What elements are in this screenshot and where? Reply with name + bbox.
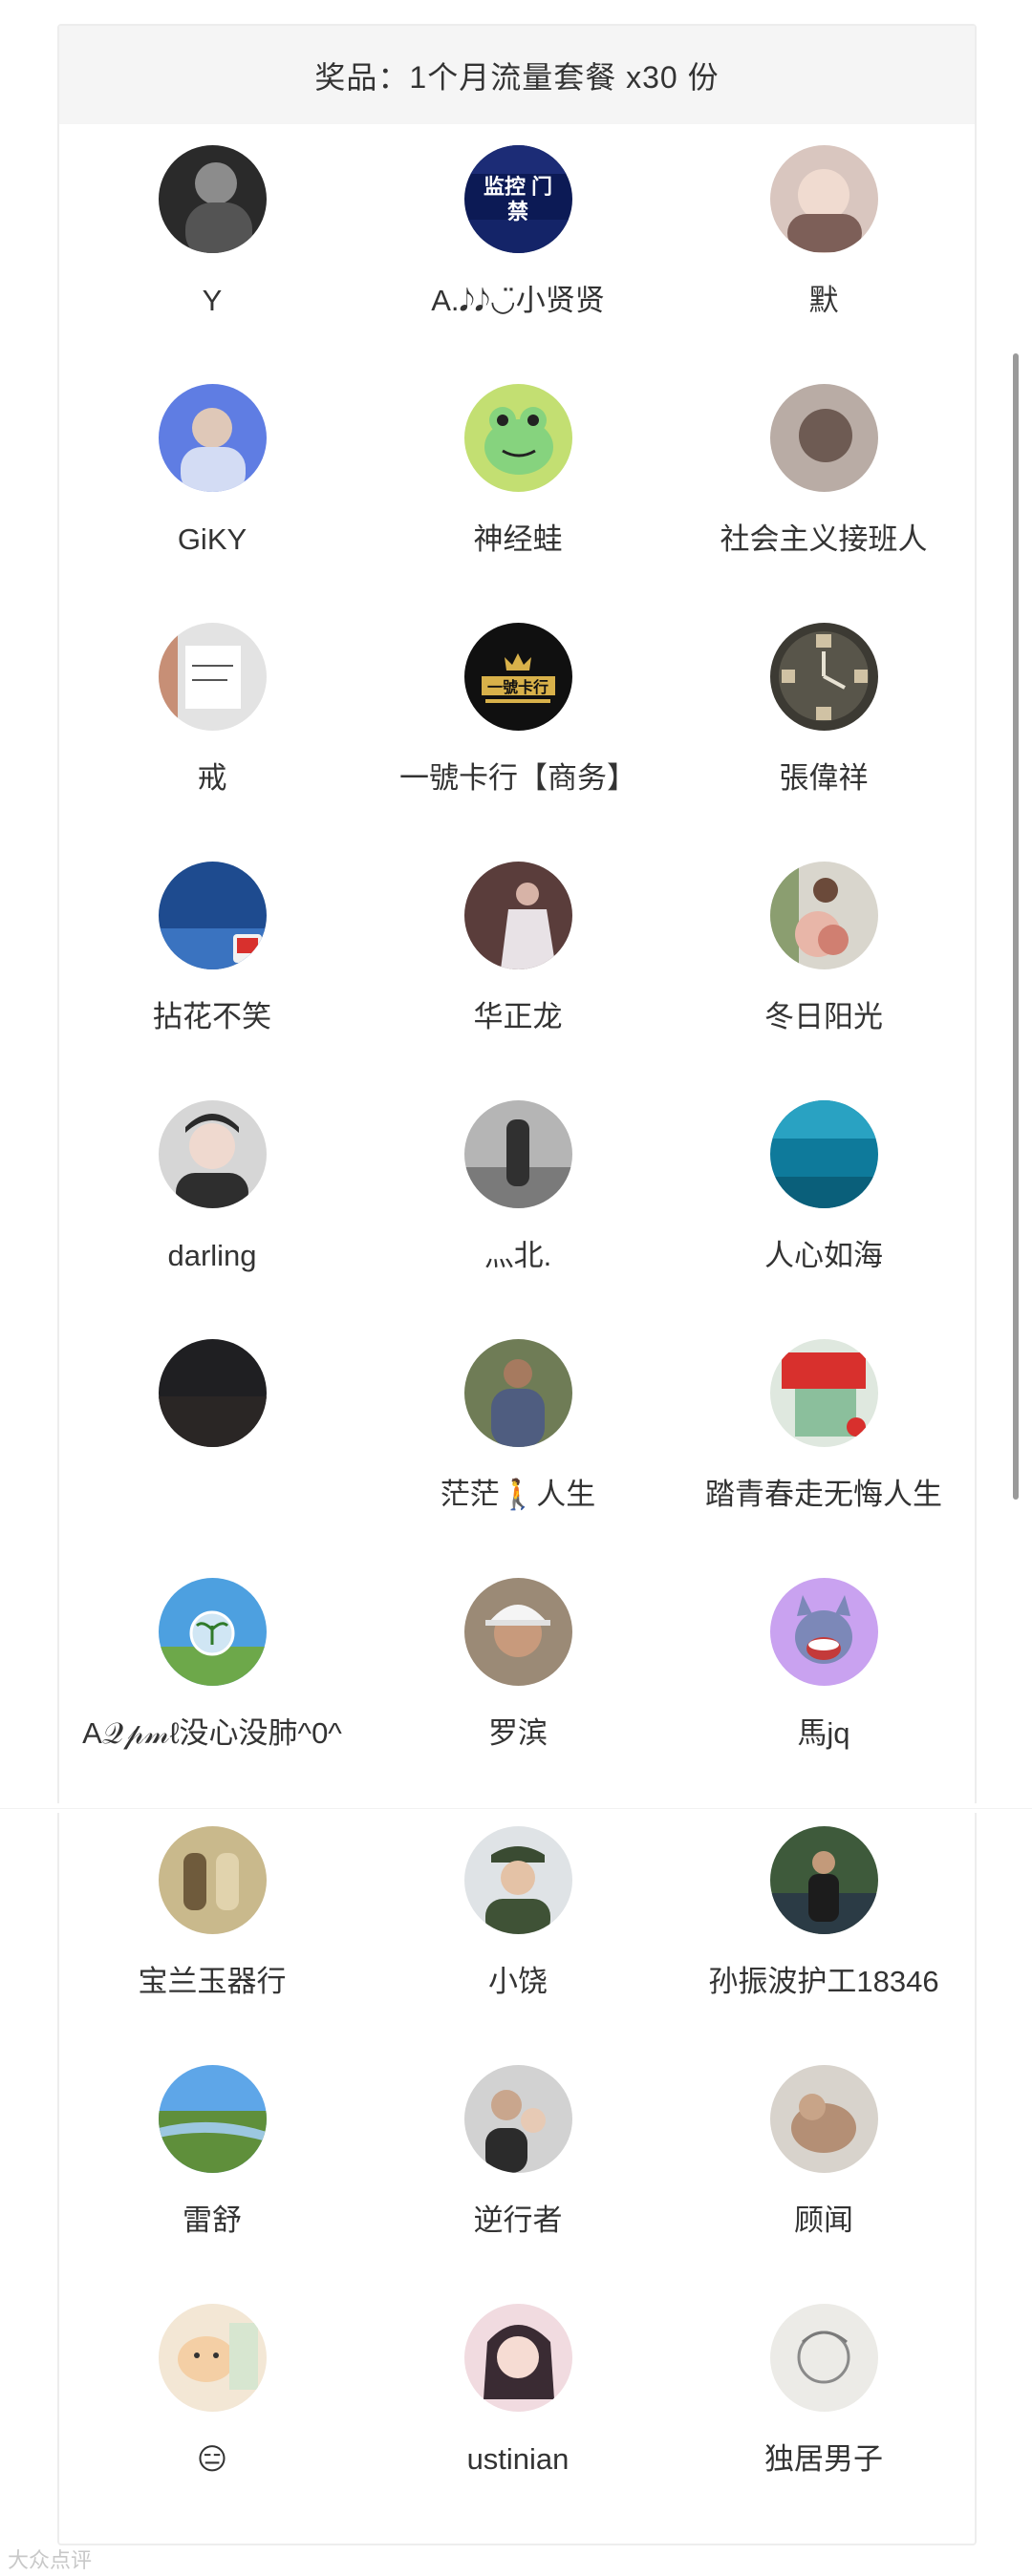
prize-card: 奖品：1个月流量套餐 x30 份 Y 监控 门禁 A.𝅘𝅥𝅮𝅘𝅥𝅮◡̈小贤贤 默…	[57, 24, 977, 2545]
participant-card[interactable]: 罗滨	[365, 1578, 671, 1753]
participant-name: 人心如海	[764, 1239, 883, 1272]
avatar-hard-hat	[463, 1578, 572, 1686]
participant-name: ustinian	[466, 2442, 570, 2476]
participant-name: 馬jq	[797, 1716, 850, 1750]
participant-name: darling	[167, 1239, 257, 1272]
avatar-wedding	[463, 862, 572, 969]
participant-name: 孙振波护工18346	[708, 1965, 939, 1998]
avatar-young-man	[158, 1100, 267, 1208]
participant-card[interactable]: 😑	[59, 2304, 365, 2479]
participant-card[interactable]: 神经蛙	[365, 384, 671, 559]
avatar-blurred-girl	[769, 384, 878, 492]
avatar-sky-portrait	[158, 384, 267, 492]
avatar-flag-sky	[158, 862, 267, 969]
participant-card[interactable]: 灬北.	[365, 1100, 671, 1275]
participant-card[interactable]: 踏青春走无悔人生	[671, 1339, 977, 1514]
participant-name: 戒	[197, 761, 227, 795]
participant-grid: Y 监控 门禁 A.𝅘𝅥𝅮𝅘𝅥𝅮◡̈小贤贤 默 GiKY 神经蛙 社会主义接班人…	[59, 145, 975, 2533]
avatar-y	[158, 145, 267, 253]
avatar-landscape	[158, 2065, 267, 2173]
participant-name: 独居男子	[764, 2442, 883, 2476]
participant-card[interactable]: 顾闻	[671, 2065, 977, 2240]
participant-name: 逆行者	[473, 2203, 563, 2237]
participant-card[interactable]: ustinian	[365, 2304, 671, 2479]
participant-name: 罗滨	[488, 1716, 548, 1750]
participant-name: 踏青春走无悔人生	[705, 1478, 942, 1511]
participant-card[interactable]: A𝒬𝓅𝓂ℓ没心没肺^0^	[59, 1578, 365, 1753]
participant-card[interactable]: 人心如海	[671, 1100, 977, 1275]
watermark-text: 大众点评	[8, 2548, 93, 2572]
avatar-man-outdoor	[463, 1339, 572, 1447]
participant-card[interactable]: 逆行者	[365, 2065, 671, 2240]
avatar-jade-items	[158, 1826, 267, 1934]
prize-header: 奖品：1个月流量套餐 x30 份	[59, 26, 975, 124]
participant-name: 神经蛙	[473, 522, 563, 556]
participant-name: 雷舒	[183, 2203, 242, 2237]
avatar-street	[463, 1100, 572, 1208]
participant-card[interactable]: 冬日阳光	[671, 862, 977, 1036]
avatar-cartoon-drawing	[158, 2304, 267, 2412]
participant-name: 社会主义接班人	[720, 522, 928, 556]
participant-card[interactable]: 戒	[59, 623, 365, 798]
avatar-cat	[769, 2065, 878, 2173]
participant-card[interactable]: 拈花不笑	[59, 862, 365, 1036]
participant-card[interactable]: 孙振波护工18346	[671, 1826, 977, 2001]
avatar-bouquet	[769, 862, 878, 969]
participant-card[interactable]: darling	[59, 1100, 365, 1275]
avatar-underwater	[769, 1100, 878, 1208]
avatar-cartoon-cat	[769, 1578, 878, 1686]
participant-card[interactable]: GiKY	[59, 384, 365, 559]
participant-name: GiKY	[177, 522, 247, 556]
participant-card[interactable]: 茫茫🚶人生	[365, 1339, 671, 1514]
participant-card[interactable]: 一號卡行 一號卡行【商务】	[365, 623, 671, 798]
participant-card[interactable]: 华正龙	[365, 862, 671, 1036]
avatar-badge-text: 一號卡行	[486, 680, 548, 696]
participant-name: 宝兰玉器行	[138, 1965, 287, 1998]
avatar-sketch	[769, 2304, 878, 2412]
participant-name: A𝒬𝓅𝓂ℓ没心没肺^0^	[82, 1716, 342, 1750]
participant-name: 默	[808, 284, 839, 317]
avatar-girl	[769, 145, 878, 253]
participant-name: 張偉祥	[779, 761, 869, 795]
participant-card[interactable]: Y	[59, 145, 365, 320]
screenshot-seam-line	[0, 1808, 1032, 1809]
participant-card[interactable]: 监控 门禁 A.𝅘𝅥𝅮𝅘𝅥𝅮◡̈小贤贤	[365, 145, 671, 320]
avatar-night-sky	[158, 1339, 267, 1447]
avatar-security-logo: 监控 门禁	[463, 145, 572, 253]
avatar-plant-globe	[158, 1578, 267, 1686]
participant-name: 一號卡行【商务】	[399, 761, 636, 795]
participant-card[interactable]: 社会主义接班人	[671, 384, 977, 559]
participant-name: Y	[202, 284, 223, 317]
avatar-note	[158, 623, 267, 731]
participant-name: 😑	[196, 2442, 228, 2476]
avatar-red-flag	[769, 1339, 878, 1447]
participant-card[interactable]: 張偉祥	[671, 623, 977, 798]
participant-card[interactable]: 默	[671, 145, 977, 320]
participant-name: 华正龙	[473, 1000, 563, 1033]
participant-card[interactable]: 宝兰玉器行	[59, 1826, 365, 2001]
participant-card[interactable]: 雷舒	[59, 2065, 365, 2240]
avatar-frog	[463, 384, 572, 492]
avatar-anime-girl	[463, 2304, 572, 2412]
participant-name: 顾闻	[794, 2203, 853, 2237]
participant-name: 灬北.	[484, 1239, 552, 1272]
prize-text: 奖品：1个月流量套餐 x30 份	[314, 59, 720, 95]
avatar-crown-logo: 一號卡行	[463, 623, 572, 731]
participant-name: 茫茫🚶人生	[440, 1478, 596, 1511]
avatar-man-child	[463, 2065, 572, 2173]
participant-name: A.𝅘𝅥𝅮𝅘𝅥𝅮◡̈小贤贤	[431, 284, 605, 317]
scrollbar[interactable]	[1013, 353, 1019, 1500]
participant-name: 小饶	[488, 1965, 548, 1998]
participant-card[interactable]: 馬jq	[671, 1578, 977, 1753]
participant-card[interactable]	[59, 1339, 365, 1514]
participant-name: 冬日阳光	[764, 1000, 883, 1033]
avatar-badge-text: 监控 门禁	[483, 174, 553, 224]
avatar-uniform	[463, 1826, 572, 1934]
avatar-clock	[769, 623, 878, 731]
participant-name: 拈花不笑	[153, 1000, 271, 1033]
avatar-man-by-river	[769, 1826, 878, 1934]
participant-card[interactable]: 独居男子	[671, 2304, 977, 2479]
participant-card[interactable]: 小饶	[365, 1826, 671, 2001]
